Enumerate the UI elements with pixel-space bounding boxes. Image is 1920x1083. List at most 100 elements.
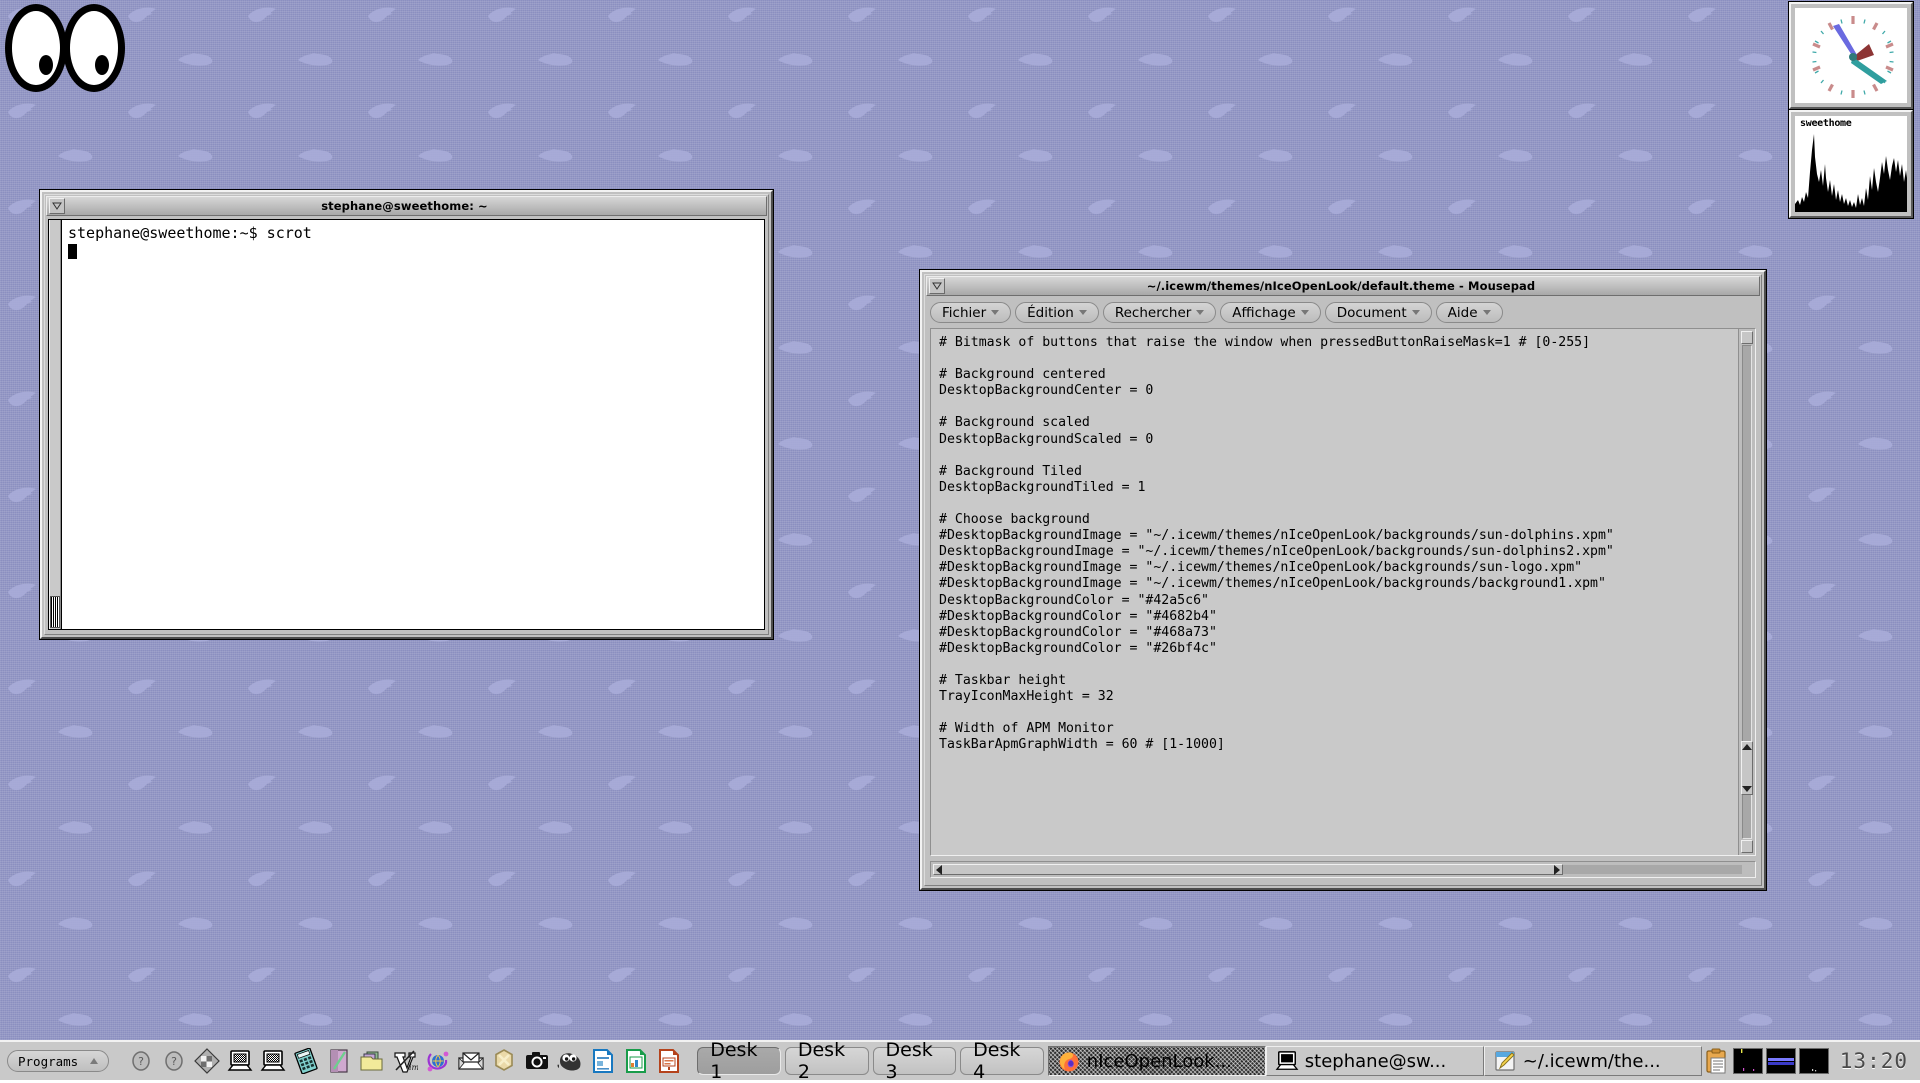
desk-label: Desk 4 <box>973 1039 1031 1083</box>
menu-rechercher[interactable]: Rechercher <box>1103 302 1216 323</box>
libreoffice-writer-icon[interactable] <box>589 1047 617 1075</box>
mousepad-vertical-scrollbar[interactable] <box>1738 329 1755 855</box>
libreoffice-impress-icon[interactable] <box>655 1047 683 1075</box>
desk-button-1[interactable]: Desk 1 <box>697 1047 781 1075</box>
window-task-list[interactable]: nIceOpenLook... stephane@sw... <box>1048 1046 1702 1076</box>
menu-aide[interactable]: Aide <box>1436 302 1503 323</box>
chevron-up-icon <box>90 1058 98 1064</box>
mousepad-icon <box>1493 1049 1517 1073</box>
task-label: stephane@sw... <box>1305 1051 1446 1072</box>
text-editor-icon[interactable] <box>325 1047 353 1075</box>
chevron-down-icon <box>1412 310 1420 315</box>
scroll-down-icon[interactable] <box>1742 786 1752 792</box>
xload-window[interactable]: sweethome <box>1789 110 1913 218</box>
svg-text:?: ? <box>138 1055 144 1068</box>
taskbar[interactable]: Programs ? ? <box>0 1040 1920 1080</box>
terminal-cursor <box>68 244 77 259</box>
xclock-window[interactable] <box>1789 2 1913 109</box>
desk-button-2[interactable]: Desk 2 <box>785 1047 869 1075</box>
menu-label: Document <box>1337 305 1407 321</box>
window-menu-icon[interactable] <box>929 278 945 294</box>
launcher-strip[interactable]: ? ? <box>127 1047 683 1075</box>
terminal-window[interactable]: stephane@sweethome: ~ stephane@sweethome… <box>40 190 773 639</box>
cpu-monitor[interactable] <box>1733 1048 1763 1074</box>
mem-monitor[interactable] <box>1799 1048 1829 1074</box>
terminal-output[interactable]: stephane@sweethome:~$ scrot <box>62 220 764 629</box>
menu-edition[interactable]: Édition <box>1015 302 1099 323</box>
chevron-down-icon <box>1301 310 1309 315</box>
window-tiler-icon[interactable] <box>193 1047 221 1075</box>
system-tray[interactable]: 13:20 <box>1702 1046 1912 1076</box>
terminal-title: stephane@sweethome: ~ <box>65 199 744 213</box>
terminal-icon-2[interactable] <box>259 1047 287 1075</box>
desk-label: Desk 3 <box>886 1039 944 1083</box>
chevron-down-icon <box>1079 310 1087 315</box>
menu-label: Rechercher <box>1115 305 1191 321</box>
terminal-prompt-line: stephane@sweethome:~$ scrot <box>68 224 312 242</box>
task-button-terminal[interactable]: stephane@sw... <box>1266 1046 1484 1076</box>
net-monitor[interactable] <box>1766 1048 1796 1074</box>
xeyes-widget[interactable] <box>2 2 126 97</box>
terminal-client-area[interactable]: stephane@sweethome:~$ scrot <box>48 219 765 630</box>
terminal-icon[interactable] <box>226 1047 254 1075</box>
menu-fichier[interactable]: Fichier <box>930 302 1011 323</box>
chevron-down-icon <box>1483 310 1491 315</box>
terminal-scrollbar[interactable] <box>49 220 62 629</box>
clock-face <box>1795 8 1907 103</box>
programs-label: Programs <box>18 1054 78 1069</box>
terminal-scrollbar-thumb[interactable] <box>50 596 60 628</box>
mousepad-menubar[interactable]: Fichier Édition Rechercher Affichage Doc… <box>928 300 1758 325</box>
mousepad-horizontal-scrollbar[interactable] <box>930 861 1756 878</box>
help-icon-2[interactable]: ? <box>160 1047 188 1075</box>
svg-text:im: im <box>409 1063 418 1072</box>
help-icon[interactable]: ? <box>127 1047 155 1075</box>
libreoffice-calc-icon[interactable] <box>622 1047 650 1075</box>
firefox-icon <box>1057 1049 1081 1073</box>
gimp-icon[interactable] <box>556 1047 584 1075</box>
menu-document[interactable]: Document <box>1325 302 1432 323</box>
hscroll-thumb[interactable] <box>933 864 1563 875</box>
desk-button-3[interactable]: Desk 3 <box>873 1047 957 1075</box>
mail-icon[interactable] <box>457 1047 485 1075</box>
terminal-icon <box>1275 1049 1299 1073</box>
window-menu-icon[interactable] <box>49 198 65 214</box>
calculator-icon[interactable] <box>292 1047 320 1075</box>
clipboard-icon[interactable] <box>1702 1046 1730 1076</box>
vscroll-thumb[interactable] <box>1741 741 1753 795</box>
menu-affichage[interactable]: Affichage <box>1220 302 1320 323</box>
eyes-icon <box>2 2 126 97</box>
network-icon[interactable] <box>424 1047 452 1075</box>
mousepad-text-content[interactable]: # Bitmask of buttons that raise the wind… <box>931 329 1738 855</box>
terminal-titlebar[interactable]: stephane@sweethome: ~ <box>46 196 767 216</box>
mousepad-titlebar[interactable]: ~/.icewm/themes/nIceOpenLook/default.the… <box>926 276 1760 296</box>
mousepad-title: ~/.icewm/themes/nIceOpenLook/default.the… <box>945 279 1737 293</box>
menu-label: Aide <box>1448 305 1478 321</box>
taskbar-clock[interactable]: 13:20 <box>1840 1049 1908 1073</box>
chevron-down-icon <box>991 310 999 315</box>
vscroll-bottom-end[interactable] <box>1741 840 1753 853</box>
mousepad-editor[interactable]: # Bitmask of buttons that raise the wind… <box>930 328 1756 856</box>
x-app-icon[interactable] <box>490 1047 518 1075</box>
task-label: ~/.icewm/the... <box>1523 1051 1661 1072</box>
programs-menu-button[interactable]: Programs <box>7 1050 109 1072</box>
scroll-left-icon[interactable] <box>936 865 942 875</box>
file-manager-icon[interactable] <box>358 1047 386 1075</box>
desk-button-4[interactable]: Desk 4 <box>960 1047 1044 1075</box>
load-graph: sweethome <box>1795 116 1907 212</box>
vscroll-top-end[interactable] <box>1741 331 1753 344</box>
desk-label: Desk 1 <box>710 1039 768 1083</box>
scroll-right-icon[interactable] <box>1554 865 1560 875</box>
camera-icon[interactable] <box>523 1047 551 1075</box>
scroll-up-icon[interactable] <box>1742 744 1752 750</box>
task-label: nIceOpenLook... <box>1087 1051 1232 1072</box>
task-button-firefox[interactable]: nIceOpenLook... <box>1048 1046 1266 1076</box>
menu-label: Fichier <box>942 305 986 321</box>
desktop[interactable]: sweethome stephane@sweethome: ~ stephane… <box>0 0 1920 1080</box>
menu-label: Affichage <box>1232 305 1295 321</box>
task-button-mousepad[interactable]: ~/.icewm/the... <box>1484 1046 1702 1076</box>
svg-text:?: ? <box>171 1055 177 1068</box>
mousepad-window[interactable]: ~/.icewm/themes/nIceOpenLook/default.the… <box>920 270 1766 890</box>
desktop-switcher[interactable]: Desk 1 Desk 2 Desk 3 Desk 4 <box>697 1047 1044 1075</box>
menu-label: Édition <box>1027 305 1074 321</box>
vim-icon[interactable]: im <box>391 1047 419 1075</box>
